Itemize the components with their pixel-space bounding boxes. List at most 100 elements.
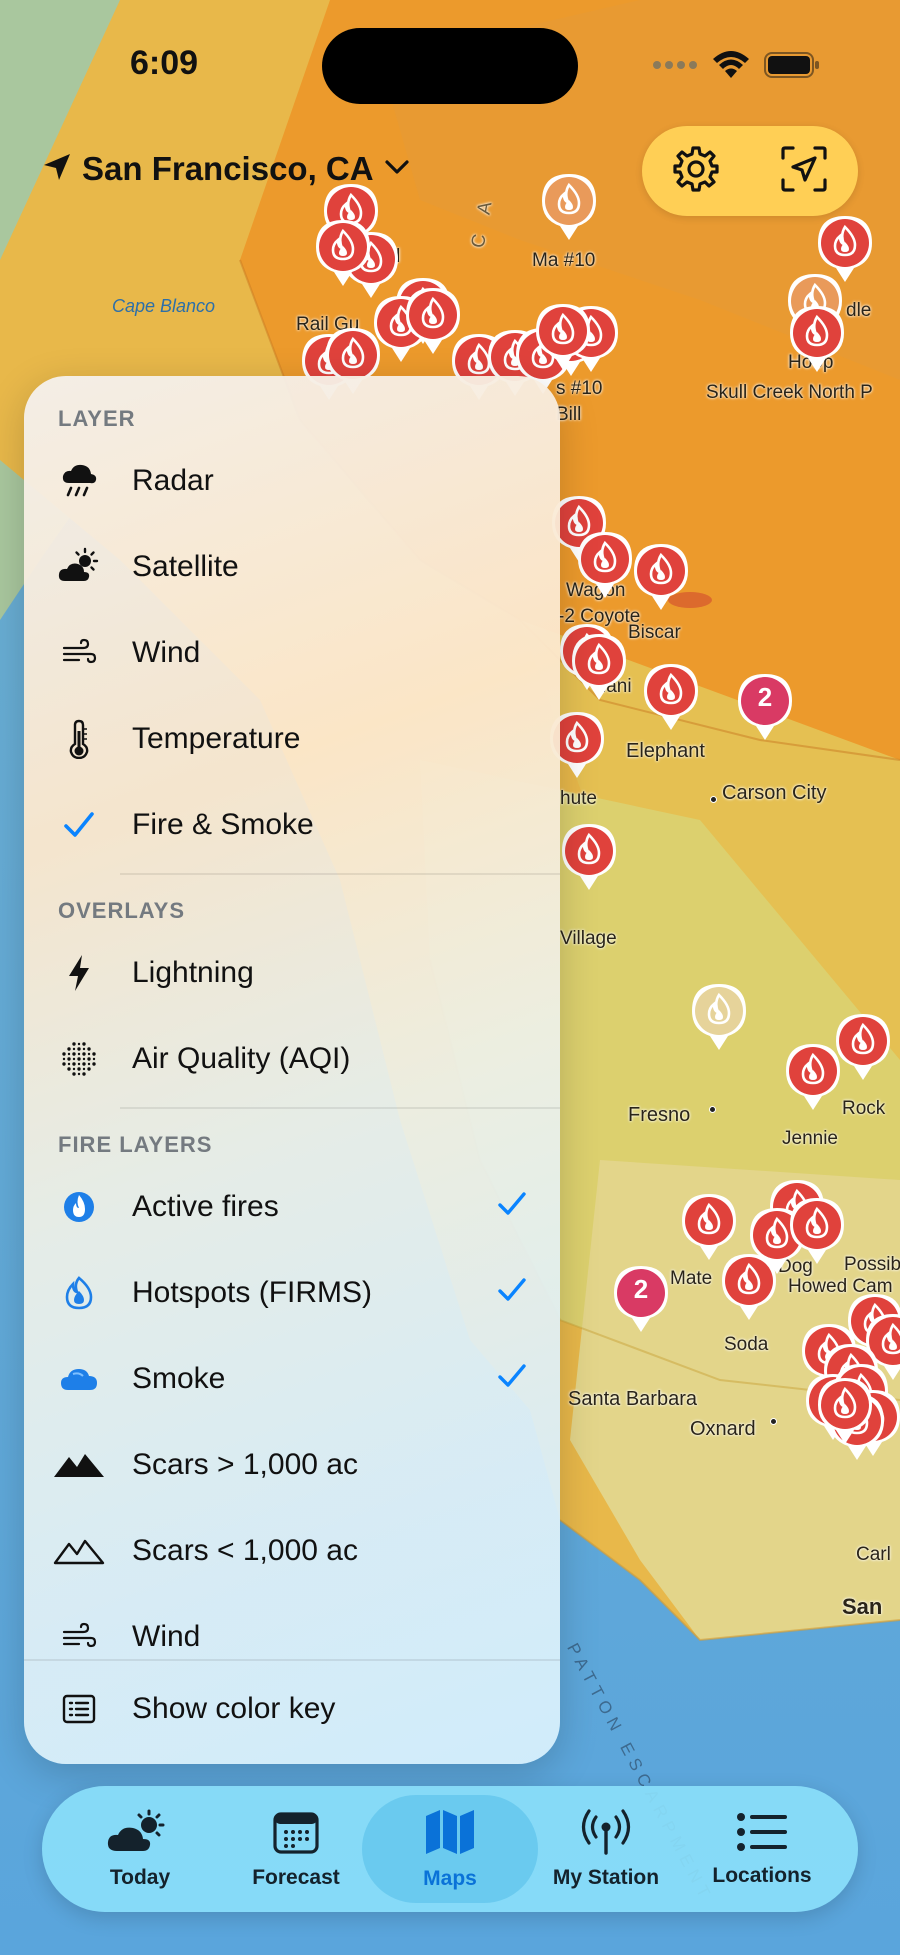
cluster-count: 2	[757, 682, 773, 712]
menu-divider	[120, 873, 560, 875]
fire-pin[interactable]	[688, 980, 750, 1052]
menu-item-active-fires[interactable]: Active fires	[24, 1164, 560, 1250]
map-label: Village	[560, 928, 617, 949]
fire-pin[interactable]	[718, 1250, 780, 1322]
city-dot	[770, 1418, 777, 1425]
tab-label: Forecast	[252, 1865, 340, 1889]
cluster-pin[interactable]: 2	[734, 670, 796, 742]
fire-pin[interactable]	[786, 1194, 848, 1266]
map-label: Carson City	[722, 782, 827, 804]
menu-item-fire-smoke[interactable]: Fire & Smoke	[24, 782, 560, 868]
fire-pin[interactable]	[574, 528, 636, 600]
fire-pin[interactable]	[568, 630, 630, 702]
fire-pin[interactable]	[532, 300, 594, 372]
menu-item-label: Lightning	[132, 956, 254, 989]
checkmark-icon	[498, 1364, 526, 1393]
flame-pin-icon	[542, 174, 596, 240]
map-label: Skull Creek North P	[706, 382, 873, 403]
checkmark-icon	[498, 1192, 526, 1221]
fire-pin[interactable]	[538, 170, 600, 242]
map-label: Carl	[856, 1544, 891, 1565]
menu-item-label: Hotspots (FIRMS)	[132, 1276, 373, 1309]
mountain-outline-icon	[52, 1524, 106, 1578]
locate-me-button[interactable]	[776, 143, 832, 199]
antenna-icon	[579, 1808, 633, 1860]
menu-item-label: Wind	[132, 1620, 201, 1653]
map-label: Cape Blanco	[112, 296, 216, 316]
calendar-icon	[272, 1809, 320, 1860]
menu-item-label: Temperature	[132, 722, 301, 755]
hotspot-flame-icon	[52, 1266, 106, 1320]
status-icons	[652, 50, 820, 85]
tab-forecast[interactable]: Forecast	[216, 1786, 376, 1912]
menu-item-label: Air Quality (AQI)	[132, 1042, 351, 1075]
battery-icon	[764, 51, 820, 84]
show-color-key-button[interactable]: Show color key	[24, 1666, 560, 1752]
flame-pin-icon	[818, 1378, 872, 1444]
flame-pin-icon	[790, 306, 844, 372]
flame-pin-icon	[634, 544, 688, 610]
menu-item-wind[interactable]: Wind	[24, 610, 560, 696]
layer-menu: LAYER Radar Satellite Wind Temperature F…	[24, 376, 560, 1764]
location-selector[interactable]: San Francisco, CA	[42, 150, 410, 188]
wind-icon	[52, 626, 106, 680]
tab-today[interactable]: Today	[60, 1786, 220, 1912]
map-label: Jennie	[782, 1128, 838, 1149]
menu-item-label: Fire & Smoke	[132, 808, 314, 841]
map-label: Mate	[670, 1268, 713, 1289]
menu-item-label: Scars > 1,000 ac	[132, 1448, 358, 1481]
section-header-overlays: OVERLAYS	[58, 898, 186, 923]
flame-icon	[52, 1180, 106, 1234]
city-dot	[709, 1106, 716, 1113]
flame-pin-icon	[536, 304, 590, 370]
fire-pin[interactable]	[312, 216, 374, 288]
menu-item-scars-small[interactable]: Scars < 1,000 ac	[24, 1508, 560, 1594]
menu-item-label: Radar	[132, 464, 214, 497]
menu-item-satellite[interactable]: Satellite	[24, 524, 560, 610]
map-label: hute	[560, 788, 597, 809]
tab-locations[interactable]: Locations	[682, 1786, 842, 1912]
section-header-layer: LAYER	[58, 406, 136, 431]
tab-bar: Today Forecast Maps My Station Locations	[42, 1786, 858, 1912]
menu-item-air-quality[interactable]: Air Quality (AQI)	[24, 1016, 560, 1102]
menu-item-smoke[interactable]: Smoke	[24, 1336, 560, 1422]
menu-item-label: Show color key	[132, 1692, 336, 1725]
cluster-pin[interactable]: 2	[610, 1262, 672, 1334]
menu-item-label: Smoke	[132, 1362, 226, 1395]
menu-item-label: Wind	[132, 636, 201, 669]
list-key-icon	[52, 1682, 106, 1736]
fire-pin[interactable]	[786, 302, 848, 374]
menu-item-scars-large[interactable]: Scars > 1,000 ac	[24, 1422, 560, 1508]
menu-item-radar[interactable]: Radar	[24, 438, 560, 524]
cloud-rain-icon	[52, 454, 106, 508]
flame-pin-icon	[692, 984, 746, 1050]
fire-pin[interactable]	[630, 540, 692, 612]
fire-pin[interactable]	[782, 1040, 844, 1112]
fire-pin[interactable]	[814, 1374, 876, 1446]
fire-pin[interactable]	[640, 660, 702, 732]
map-label: Ma #10	[532, 250, 596, 271]
map-actions-pill	[642, 126, 858, 216]
status-time: 6:09	[130, 44, 199, 82]
map-label: Rock	[842, 1098, 886, 1119]
city-dot	[710, 796, 717, 803]
location-frame-icon	[779, 144, 829, 199]
menu-item-label: Satellite	[132, 550, 239, 583]
menu-item-label: Active fires	[132, 1190, 279, 1223]
tab-my-station[interactable]: My Station	[526, 1786, 686, 1912]
menu-item-lightning[interactable]: Lightning	[24, 930, 560, 1016]
map-label: Oxnard	[690, 1418, 756, 1440]
menu-item-temperature[interactable]: Temperature	[24, 696, 560, 782]
map-icon	[424, 1808, 476, 1861]
settings-button[interactable]	[668, 143, 724, 199]
wind-icon	[52, 1610, 106, 1664]
menu-item-hotspots[interactable]: Hotspots (FIRMS)	[24, 1250, 560, 1336]
tab-maps[interactable]: Maps	[362, 1795, 538, 1903]
flame-pin-icon	[790, 1198, 844, 1264]
fire-pin[interactable]	[558, 820, 620, 892]
map-label: Soda	[724, 1334, 769, 1355]
list-icon	[736, 1811, 788, 1858]
bolt-icon	[52, 946, 106, 1000]
map-label: Fresno	[628, 1104, 691, 1126]
tab-label: Today	[109, 1865, 171, 1889]
